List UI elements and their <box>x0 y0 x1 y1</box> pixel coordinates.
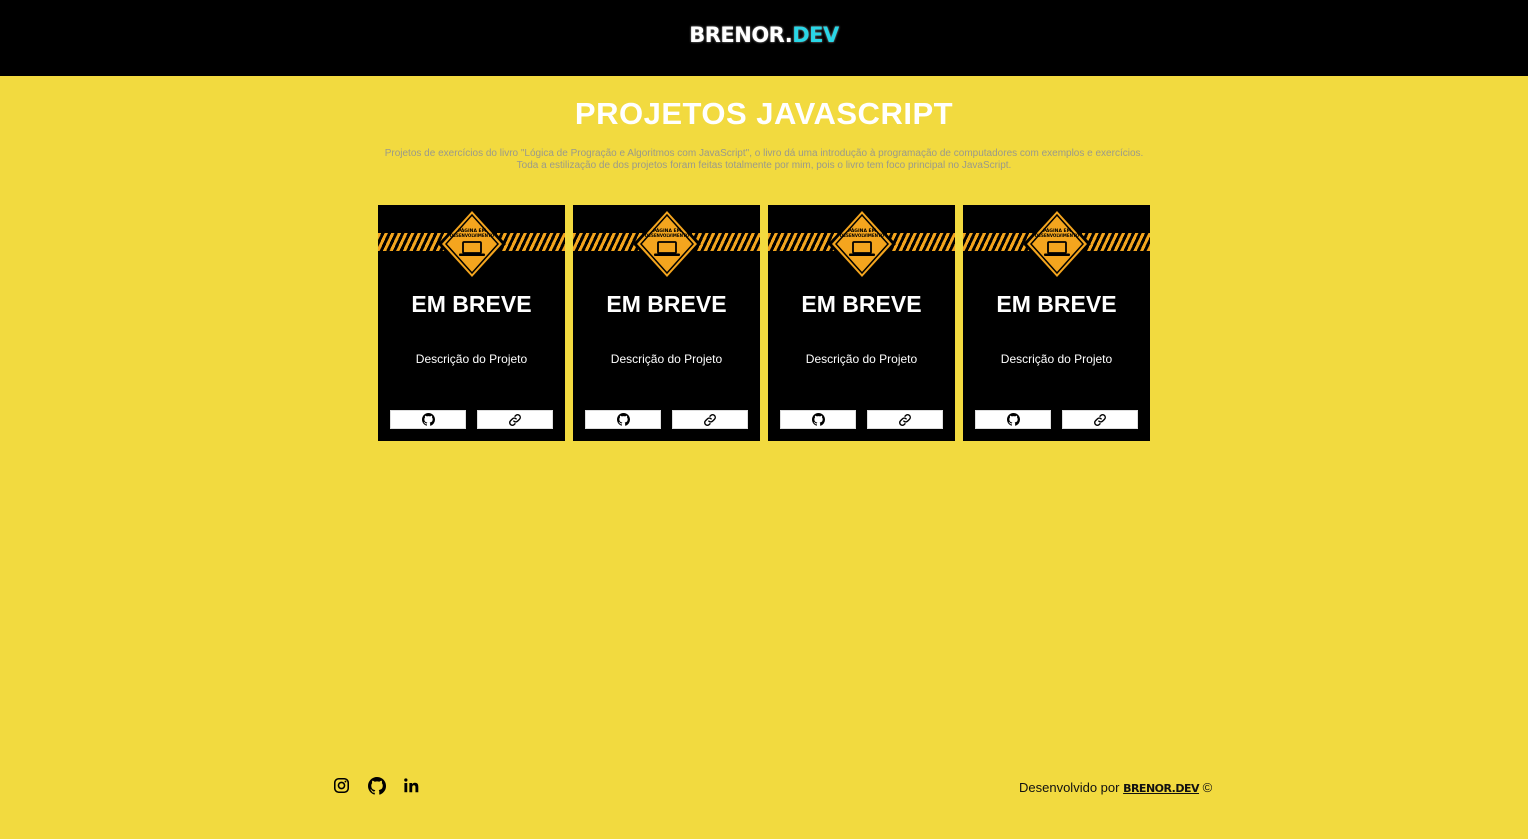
link-icon <box>1094 413 1106 426</box>
github-repo-button[interactable] <box>585 410 661 429</box>
project-link-button[interactable] <box>672 410 748 429</box>
construction-sign-icon: PÁGINA EM DESENVOLVIMENTO <box>633 207 701 281</box>
social-links <box>332 776 421 795</box>
card-title: EM BREVE <box>801 291 922 317</box>
project-card-1: PÁGINA EM DESENVOLVIMENTO EM BREVE Descr… <box>378 205 565 441</box>
card-title: EM BREVE <box>996 291 1117 317</box>
card-description: Descrição do Projeto <box>805 352 918 366</box>
svg-text:DESENVOLVIMENTO: DESENVOLVIMENTO <box>1035 233 1080 238</box>
project-link-button[interactable] <box>867 410 943 429</box>
github-repo-button[interactable] <box>975 410 1051 429</box>
svg-text:DESENVOLVIMENTO: DESENVOLVIMENTO <box>645 233 690 238</box>
svg-text:DESENVOLVIMENTO: DESENVOLVIMENTO <box>450 233 495 238</box>
instagram-icon[interactable] <box>332 776 351 795</box>
github-icon <box>616 413 630 426</box>
under-construction-banner: PÁGINA EM DESENVOLVIMENTO <box>378 205 565 281</box>
link-icon <box>899 413 911 426</box>
project-card-4: PÁGINA EM DESENVOLVIMENTO EM BREVE Descr… <box>963 205 1150 441</box>
link-icon <box>704 413 716 426</box>
credit-link[interactable]: BRENOR.DEV <box>1123 782 1199 795</box>
github-icon <box>811 413 825 426</box>
svg-text:DESENVOLVIMENTO: DESENVOLVIMENTO <box>840 233 885 238</box>
link-icon <box>509 413 521 426</box>
construction-sign-icon: PÁGINA EM DESENVOLVIMENTO <box>438 207 506 281</box>
under-construction-banner: PÁGINA EM DESENVOLVIMENTO <box>768 205 955 281</box>
page-title: PROJETOS JAVASCRIPT <box>574 96 954 131</box>
description-line-1: Projetos de exercícios do livro "Lógica … <box>384 148 1144 159</box>
linkedin-icon[interactable] <box>402 776 421 795</box>
project-link-button[interactable] <box>1062 410 1138 429</box>
credit-prefix: Desenvolvido por <box>1019 780 1120 795</box>
brand-logo[interactable]: BRENOR.DEV <box>689 23 839 47</box>
github-icon[interactable] <box>367 776 386 795</box>
copyright-symbol: © <box>1202 780 1213 795</box>
card-description: Descrição do Projeto <box>415 352 528 366</box>
construction-sign-icon: PÁGINA EM DESENVOLVIMENTO <box>1023 207 1091 281</box>
card-description: Descrição do Projeto <box>1000 352 1113 366</box>
under-construction-banner: PÁGINA EM DESENVOLVIMENTO <box>963 205 1150 281</box>
card-title: EM BREVE <box>606 291 727 317</box>
page-description: Projetos de exercícios do livro "Lógica … <box>0 148 1528 172</box>
project-card-2: PÁGINA EM DESENVOLVIMENTO EM BREVE Descr… <box>573 205 760 441</box>
github-icon <box>1006 413 1020 426</box>
github-icon <box>421 413 435 426</box>
top-header: BRENOR.DEV <box>0 0 1528 76</box>
card-description: Descrição do Projeto <box>610 352 723 366</box>
construction-sign-icon: PÁGINA EM DESENVOLVIMENTO <box>828 207 896 281</box>
footer-credit: Desenvolvido por BRENOR.DEV © <box>1019 780 1212 795</box>
under-construction-banner: PÁGINA EM DESENVOLVIMENTO <box>573 205 760 281</box>
description-line-2: Toda a estilização de dos projetos foram… <box>516 160 1012 171</box>
project-link-button[interactable] <box>477 410 553 429</box>
github-repo-button[interactable] <box>780 410 856 429</box>
project-card-3: PÁGINA EM DESENVOLVIMENTO EM BREVE Descr… <box>768 205 955 441</box>
project-cards: PÁGINA EM DESENVOLVIMENTO EM BREVE Descr… <box>378 205 1150 441</box>
github-repo-button[interactable] <box>390 410 466 429</box>
card-title: EM BREVE <box>411 291 532 317</box>
